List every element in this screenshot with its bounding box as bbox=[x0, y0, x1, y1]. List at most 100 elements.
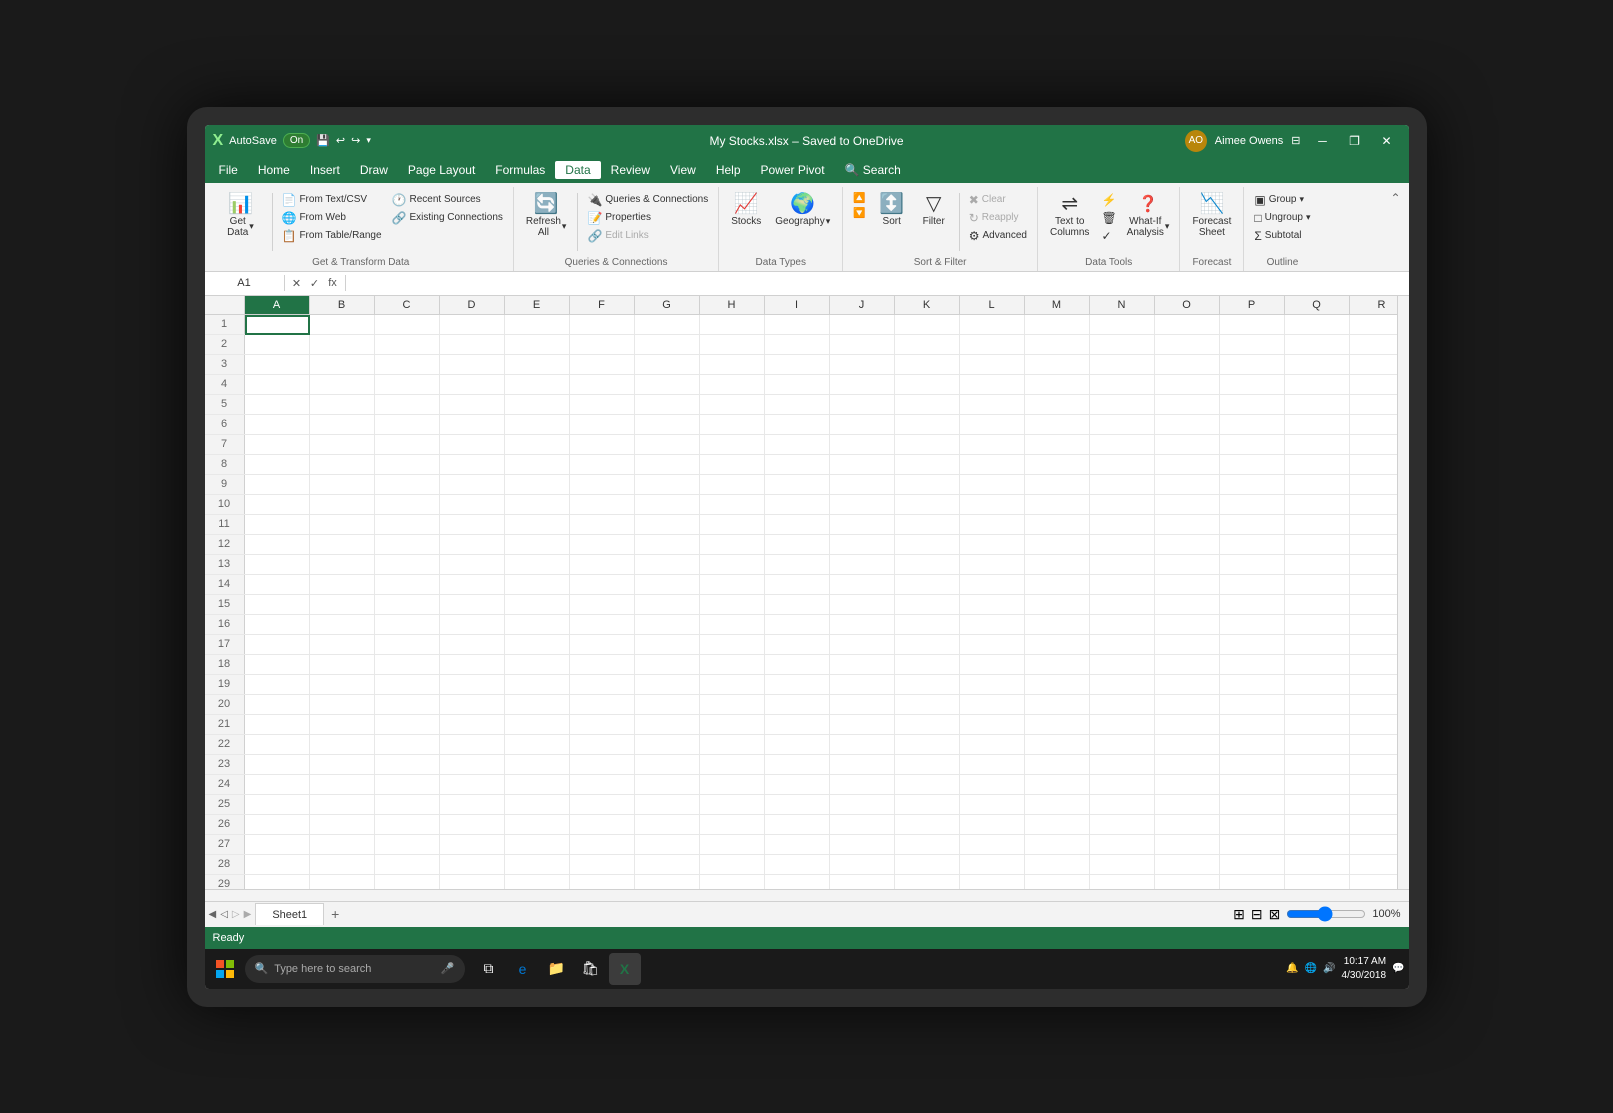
cell-R12[interactable] bbox=[1350, 535, 1397, 555]
col-header-H[interactable]: H bbox=[700, 296, 765, 314]
cell-L11[interactable] bbox=[960, 515, 1025, 535]
cell-O17[interactable] bbox=[1155, 635, 1220, 655]
collapse-ribbon-button[interactable]: ⌃ bbox=[1390, 191, 1400, 205]
row-number-5[interactable]: 5 bbox=[205, 395, 245, 414]
cell-P25[interactable] bbox=[1220, 795, 1285, 815]
cell-E13[interactable] bbox=[505, 555, 570, 575]
cell-D22[interactable] bbox=[440, 735, 505, 755]
cell-G29[interactable] bbox=[635, 875, 700, 889]
cell-F20[interactable] bbox=[570, 695, 635, 715]
cell-I2[interactable] bbox=[765, 335, 830, 355]
cell-R11[interactable] bbox=[1350, 515, 1397, 535]
cell-P16[interactable] bbox=[1220, 615, 1285, 635]
cell-F12[interactable] bbox=[570, 535, 635, 555]
cell-P17[interactable] bbox=[1220, 635, 1285, 655]
cell-C22[interactable] bbox=[375, 735, 440, 755]
cell-B14[interactable] bbox=[310, 575, 375, 595]
cell-H4[interactable] bbox=[700, 375, 765, 395]
cell-N8[interactable] bbox=[1090, 455, 1155, 475]
cell-F27[interactable] bbox=[570, 835, 635, 855]
clock[interactable]: 10:17 AM 4/30/2018 bbox=[1342, 955, 1387, 983]
cell-J5[interactable] bbox=[830, 395, 895, 415]
cell-M21[interactable] bbox=[1025, 715, 1090, 735]
cell-P5[interactable] bbox=[1220, 395, 1285, 415]
cell-M16[interactable] bbox=[1025, 615, 1090, 635]
cell-D6[interactable] bbox=[440, 415, 505, 435]
cell-B6[interactable] bbox=[310, 415, 375, 435]
cell-M4[interactable] bbox=[1025, 375, 1090, 395]
from-web-button[interactable]: 🌐 From Web bbox=[278, 209, 386, 227]
cell-B22[interactable] bbox=[310, 735, 375, 755]
cell-P29[interactable] bbox=[1220, 875, 1285, 889]
cell-O21[interactable] bbox=[1155, 715, 1220, 735]
cell-A22[interactable] bbox=[245, 735, 310, 755]
minimize-button[interactable]: ─ bbox=[1309, 131, 1337, 151]
cell-E20[interactable] bbox=[505, 695, 570, 715]
cell-P12[interactable] bbox=[1220, 535, 1285, 555]
row-number-3[interactable]: 3 bbox=[205, 355, 245, 374]
cell-L9[interactable] bbox=[960, 475, 1025, 495]
cell-O18[interactable] bbox=[1155, 655, 1220, 675]
cell-H16[interactable] bbox=[700, 615, 765, 635]
cell-N1[interactable] bbox=[1090, 315, 1155, 335]
row-number-25[interactable]: 25 bbox=[205, 795, 245, 814]
row-number-1[interactable]: 1 bbox=[205, 315, 245, 334]
col-header-L[interactable]: L bbox=[960, 296, 1025, 314]
cell-I21[interactable] bbox=[765, 715, 830, 735]
cell-G21[interactable] bbox=[635, 715, 700, 735]
cell-B12[interactable] bbox=[310, 535, 375, 555]
cell-O3[interactable] bbox=[1155, 355, 1220, 375]
filter-button[interactable]: ▽ Filter bbox=[914, 191, 954, 230]
cell-D3[interactable] bbox=[440, 355, 505, 375]
cell-Q8[interactable] bbox=[1285, 455, 1350, 475]
cell-G10[interactable] bbox=[635, 495, 700, 515]
cell-E9[interactable] bbox=[505, 475, 570, 495]
cell-A26[interactable] bbox=[245, 815, 310, 835]
group-dropdown[interactable]: ▾ bbox=[1300, 194, 1305, 205]
cell-N21[interactable] bbox=[1090, 715, 1155, 735]
insert-function-button[interactable]: fx bbox=[325, 275, 341, 291]
cell-G28[interactable] bbox=[635, 855, 700, 875]
cell-K8[interactable] bbox=[895, 455, 960, 475]
reapply-button[interactable]: ↻ Reapply bbox=[965, 209, 1031, 227]
cell-C10[interactable] bbox=[375, 495, 440, 515]
cell-A15[interactable] bbox=[245, 595, 310, 615]
cell-N9[interactable] bbox=[1090, 475, 1155, 495]
cell-O16[interactable] bbox=[1155, 615, 1220, 635]
cell-C17[interactable] bbox=[375, 635, 440, 655]
cell-O22[interactable] bbox=[1155, 735, 1220, 755]
properties-button[interactable]: 📝 Properties bbox=[583, 209, 712, 227]
cell-D18[interactable] bbox=[440, 655, 505, 675]
cell-F1[interactable] bbox=[570, 315, 635, 335]
horizontal-scrollbar[interactable] bbox=[205, 889, 1409, 901]
cell-K1[interactable] bbox=[895, 315, 960, 335]
cell-E24[interactable] bbox=[505, 775, 570, 795]
cell-Q20[interactable] bbox=[1285, 695, 1350, 715]
cell-N19[interactable] bbox=[1090, 675, 1155, 695]
cell-B15[interactable] bbox=[310, 595, 375, 615]
cell-C16[interactable] bbox=[375, 615, 440, 635]
autosave-toggle[interactable]: On bbox=[283, 133, 310, 148]
cell-K25[interactable] bbox=[895, 795, 960, 815]
cell-A19[interactable] bbox=[245, 675, 310, 695]
cell-E4[interactable] bbox=[505, 375, 570, 395]
cell-E19[interactable] bbox=[505, 675, 570, 695]
cell-C18[interactable] bbox=[375, 655, 440, 675]
group-button[interactable]: ▣ Group ▾ bbox=[1250, 191, 1314, 209]
cell-J19[interactable] bbox=[830, 675, 895, 695]
cell-O24[interactable] bbox=[1155, 775, 1220, 795]
cell-H10[interactable] bbox=[700, 495, 765, 515]
cell-E15[interactable] bbox=[505, 595, 570, 615]
cell-H17[interactable] bbox=[700, 635, 765, 655]
cell-K4[interactable] bbox=[895, 375, 960, 395]
menu-formulas[interactable]: Formulas bbox=[485, 161, 555, 179]
cell-M12[interactable] bbox=[1025, 535, 1090, 555]
cell-M18[interactable] bbox=[1025, 655, 1090, 675]
cell-G23[interactable] bbox=[635, 755, 700, 775]
save-icon[interactable]: 💾 bbox=[316, 134, 330, 147]
cell-D17[interactable] bbox=[440, 635, 505, 655]
cell-O25[interactable] bbox=[1155, 795, 1220, 815]
row-number-24[interactable]: 24 bbox=[205, 775, 245, 794]
name-box[interactable]: A1 bbox=[205, 275, 285, 291]
cell-E28[interactable] bbox=[505, 855, 570, 875]
